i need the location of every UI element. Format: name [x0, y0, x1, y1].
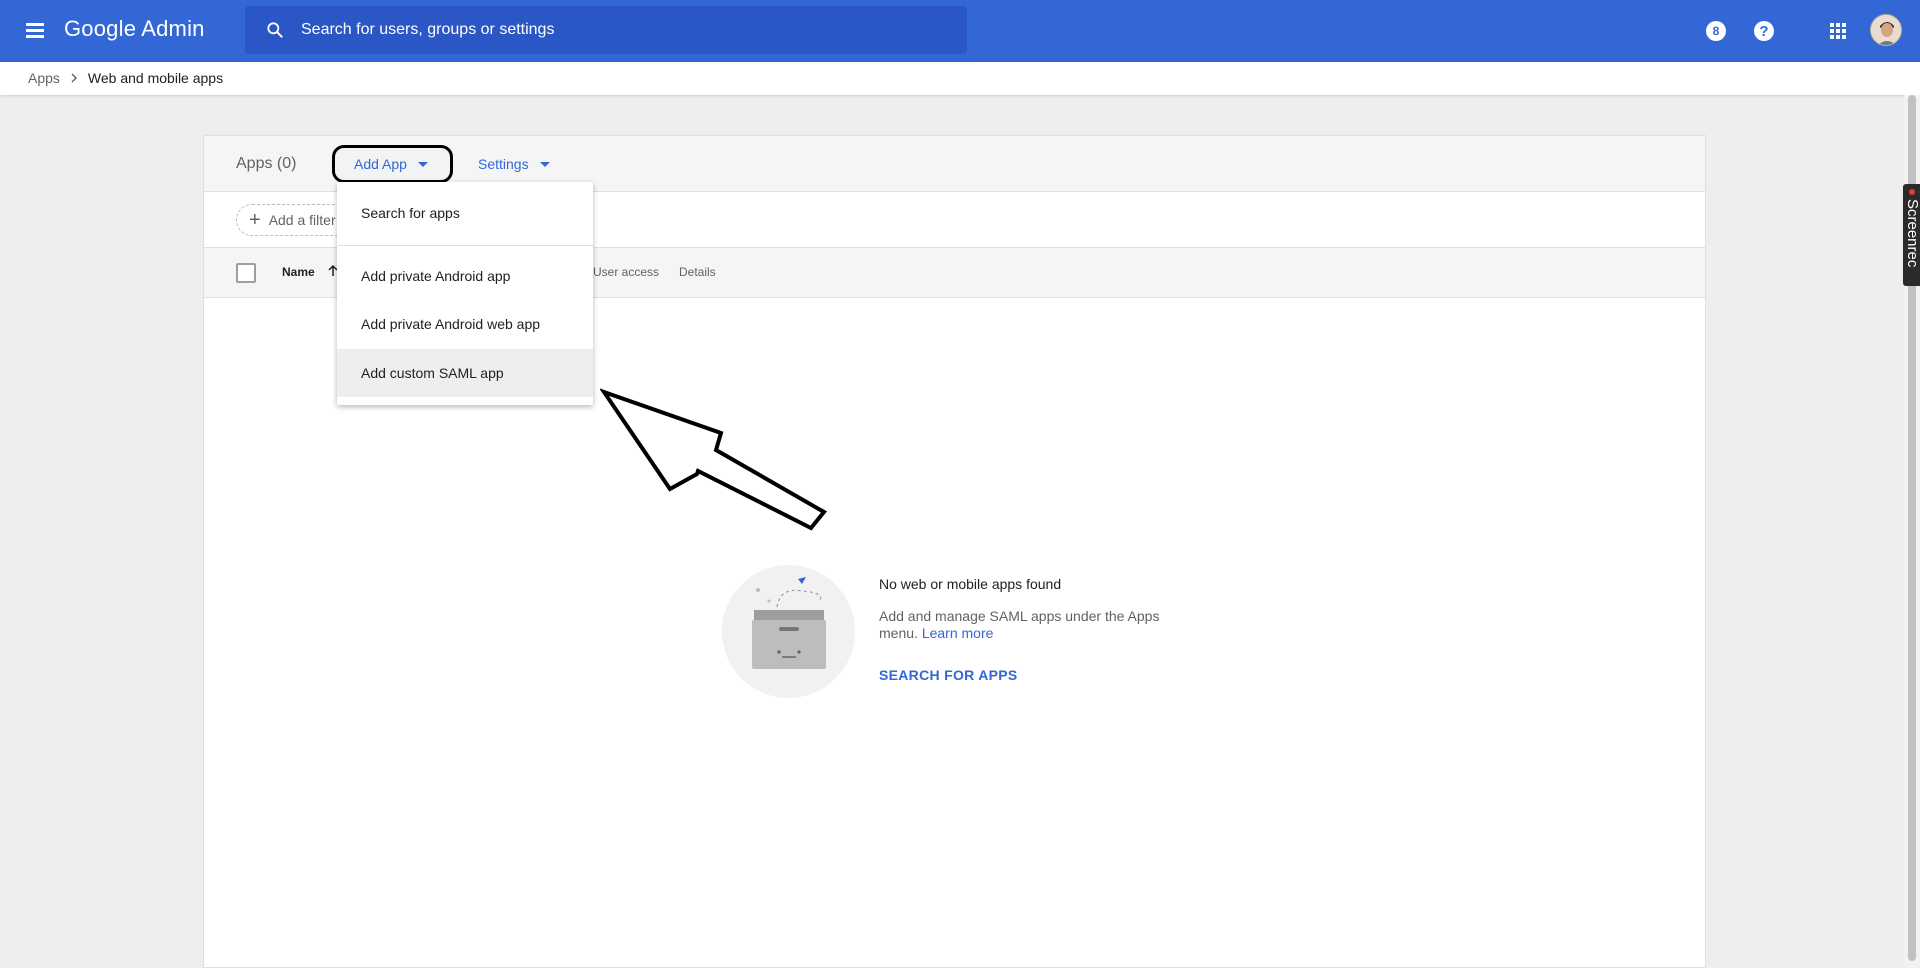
help-icon[interactable]: ? — [1752, 19, 1776, 43]
settings-label: Settings — [478, 156, 529, 172]
empty-box-illustration — [722, 565, 855, 698]
empty-state-description: Add and manage SAML apps under the Apps … — [879, 608, 1179, 642]
learn-more-link[interactable]: Learn more — [922, 625, 994, 641]
apps-grid-icon[interactable] — [1826, 19, 1850, 43]
add-app-label: Add App — [354, 156, 407, 172]
apps-count-title: Apps (0) — [236, 155, 297, 172]
breadcrumb: Apps Web and mobile apps — [28, 70, 223, 86]
breadcrumb-apps-link[interactable]: Apps — [28, 70, 60, 86]
menu-divider — [337, 245, 593, 246]
product-logo[interactable]: Google Admin — [64, 16, 205, 42]
add-app-button[interactable]: Add App — [332, 145, 453, 183]
search-bar[interactable] — [245, 6, 967, 54]
add-app-dropdown-menu: Search for apps Add private Android app … — [337, 182, 593, 405]
menu-item-search-for-apps[interactable]: Search for apps — [337, 183, 593, 243]
chevron-right-icon — [71, 73, 77, 83]
column-header-user-access[interactable]: User access — [593, 265, 659, 279]
top-app-bar: Google Admin 8 ? — [0, 0, 1920, 62]
screenrec-tab[interactable]: Screenrec — [1903, 184, 1920, 286]
screenrec-label: Screenrec — [1904, 199, 1920, 268]
caret-down-icon — [417, 161, 428, 167]
column-header-details[interactable]: Details — [679, 265, 716, 279]
record-dot-icon — [1909, 189, 1915, 195]
add-filter-label: Add a filter — [268, 212, 336, 228]
menu-item-add-private-android-app[interactable]: Add private Android app — [337, 252, 593, 300]
breadcrumb-current: Web and mobile apps — [87, 70, 224, 86]
caret-down-icon — [539, 161, 550, 167]
counter-badge-icon[interactable]: 8 — [1704, 19, 1728, 43]
search-for-apps-button[interactable]: SEARCH FOR APPS — [879, 667, 1018, 683]
select-all-checkbox[interactable] — [236, 263, 256, 283]
column-header-name[interactable]: Name — [282, 265, 315, 279]
breadcrumb-bar: Apps Web and mobile apps — [0, 62, 1920, 95]
plus-icon: + — [249, 209, 261, 231]
search-icon — [267, 22, 283, 38]
search-input[interactable] — [301, 6, 941, 54]
menu-item-add-custom-saml-app[interactable]: Add custom SAML app — [337, 349, 593, 397]
avatar[interactable] — [1870, 14, 1902, 46]
empty-state-title: No web or mobile apps found — [879, 576, 1062, 592]
menu-icon[interactable] — [22, 18, 48, 44]
menu-item-add-private-android-web-app[interactable]: Add private Android web app — [337, 300, 593, 348]
settings-button[interactable]: Settings — [470, 145, 558, 183]
